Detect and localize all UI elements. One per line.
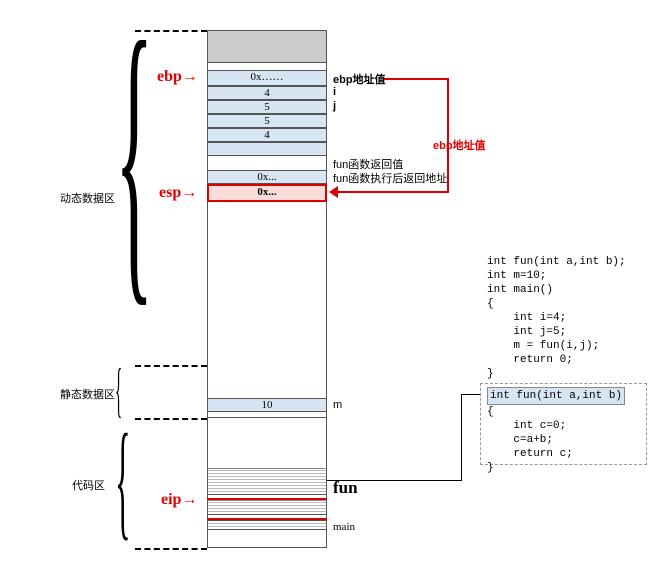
label-m: m — [333, 399, 342, 411]
code-stripe-1 — [207, 468, 327, 495]
arrow-right-icon: → — [181, 184, 197, 202]
dash-bot — [135, 548, 207, 550]
cell-ebp-saved: 0x…… — [207, 70, 327, 86]
cell-m: 10 — [207, 398, 327, 412]
code-stripe-3 — [207, 520, 327, 530]
arrow-right-icon: → — [181, 491, 197, 509]
ptr-ebp: ebp→ — [157, 68, 198, 86]
cell-i: 4 — [207, 86, 327, 100]
label-i: i — [333, 86, 336, 98]
cell-retval: 0x... — [207, 170, 327, 184]
cell-blank — [207, 142, 327, 156]
conn-v — [461, 394, 462, 481]
region-dynamic-label: 动态数据区 — [60, 190, 115, 206]
conn-h2 — [461, 394, 480, 395]
label-ebp-saved: ebp地址值 — [333, 71, 386, 87]
red-arrow-v — [447, 78, 449, 193]
label-fun-retaddr: fun函数执行后返回地址 — [333, 170, 447, 186]
cell-retaddr: 0x... — [207, 184, 327, 202]
code-fun-body: { int c=0; c=a+b; return c; } — [487, 406, 573, 474]
dash-mid1 — [135, 365, 207, 367]
code-main: int fun(int a,int b); int m=10; int main… — [487, 255, 626, 381]
conn-h — [327, 480, 462, 481]
cell-arg2: 5 — [207, 114, 327, 128]
arrow-right-icon: → — [182, 68, 198, 86]
label-ebp-arrow: ebp地址值 — [433, 137, 486, 153]
label-j: j — [333, 100, 336, 112]
cell-arg1: 4 — [207, 128, 327, 142]
cell-gray — [207, 30, 327, 63]
code-fun-decl: int fun(int a,int b) — [487, 387, 625, 405]
label-main-small: main — [333, 521, 355, 533]
ptr-eip: eip→ — [161, 491, 197, 509]
code-fun: int fun(int a,int b) { int c=0; c=a+b; r… — [487, 387, 625, 475]
cell-j: 5 — [207, 100, 327, 114]
label-fun-big: fun — [333, 478, 358, 498]
red-arrow-h2 — [335, 191, 448, 193]
red-arrow-h1 — [384, 78, 449, 80]
dash-mid2 — [135, 418, 207, 420]
code-stripe-2 — [207, 500, 327, 515]
region-static-label: 静态数据区 — [60, 386, 115, 402]
red-arrow-head-icon — [329, 186, 338, 198]
region-code-label: 代码区 — [72, 477, 105, 493]
ptr-esp: esp→ — [159, 184, 197, 202]
